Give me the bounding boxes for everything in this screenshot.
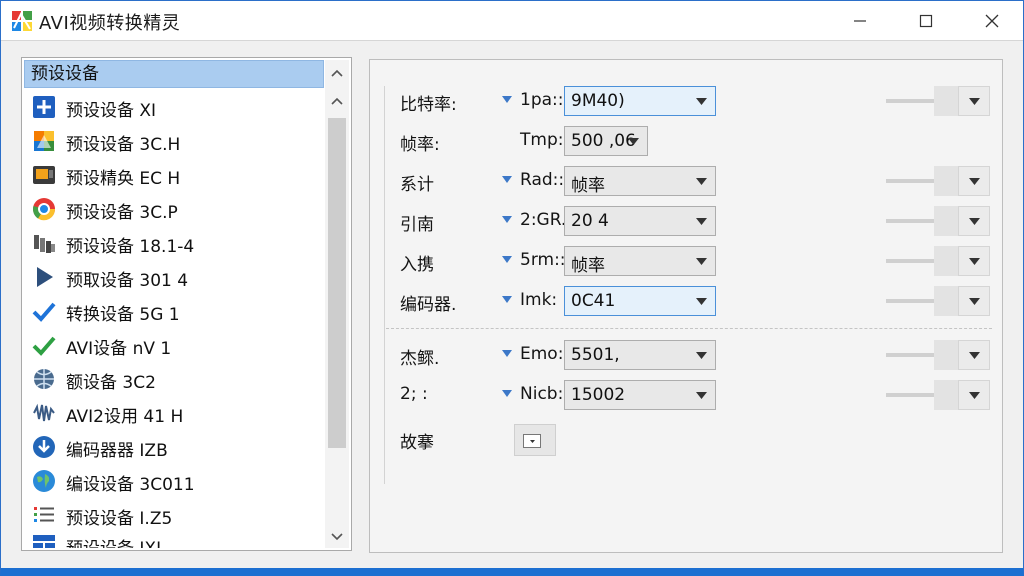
list-item[interactable]: 预设设备 IXI <box>24 528 324 548</box>
minimize-button[interactable] <box>837 1 883 41</box>
framerate-dropdown[interactable]: 500 ,06 <box>564 126 648 156</box>
green-check-icon <box>32 336 56 356</box>
chevron-down-icon <box>696 98 707 105</box>
setting-row-3: 引南 2:GR. 20 4 <box>370 206 1004 236</box>
preset-list-header[interactable]: 预设设备 <box>24 60 324 88</box>
film-bars-icon <box>34 235 55 253</box>
blue-check-icon <box>32 302 56 322</box>
app-window: AVI视频转换精灵 预设设备 预设设备 XI 预设设备 3C.H 预设精奂 EC… <box>0 0 1024 576</box>
bitrate-slider[interactable] <box>886 86 990 116</box>
list-item[interactable]: AVI2设用 41 H <box>24 396 324 429</box>
chevron-down-icon <box>696 392 707 399</box>
scrollbar-thumb[interactable] <box>328 118 346 448</box>
chevron-down-icon <box>969 298 980 305</box>
app-logo-icon <box>12 11 32 31</box>
setting-slider[interactable] <box>886 206 990 236</box>
chrome-ball-icon <box>32 198 56 221</box>
chevron-down-icon <box>969 352 980 359</box>
earth-icon <box>33 470 55 492</box>
setting-dropdown[interactable]: 帧率 <box>564 166 716 196</box>
setting-slider[interactable] <box>886 380 990 410</box>
chevron-down-icon[interactable] <box>325 524 349 548</box>
list-item[interactable]: 额设备 3C2 <box>24 362 324 395</box>
setting-row-4: 入携 5rm:: 帧率 <box>370 246 1004 276</box>
setting-row-7: 2; : Nicb:: 15002 <box>370 380 1004 410</box>
dropdown-box-icon <box>523 434 541 448</box>
maximize-button[interactable] <box>903 1 949 41</box>
chevron-down-icon <box>696 218 707 225</box>
list-item[interactable]: 转换设备 5G 1 <box>24 294 324 327</box>
setting-dropdown[interactable]: 帧率 <box>564 246 716 276</box>
download-circle-icon <box>33 436 55 458</box>
setting-row-6: 杰鳏. Emo:: 5501, <box>370 340 1004 370</box>
setting-row-8: 故搴 <box>370 424 1004 456</box>
section-separator <box>386 328 992 329</box>
setting-dropdown[interactable]: 15002 <box>564 380 716 410</box>
encoder-dropdown[interactable]: 0C41 <box>564 286 716 316</box>
triangle-down-icon[interactable] <box>502 390 512 398</box>
grid-window-icon <box>33 535 55 548</box>
settings-panel: 比特率: 1pa:: 9M40) 帧率: Tmp: 500 ,06 系计 Rad… <box>369 59 1003 553</box>
list-scrollbar[interactable] <box>325 60 349 548</box>
setting-row-framerate: 帧率: Tmp: 500 ,06 <box>370 126 1004 156</box>
chevron-down-icon <box>969 98 980 105</box>
globe-grid-icon <box>34 369 54 389</box>
triangle-down-icon[interactable] <box>502 176 512 184</box>
chevron-down-icon <box>696 178 707 185</box>
video-camera-icon <box>33 166 55 184</box>
list-item[interactable]: 编设设备 3C011 <box>24 464 324 497</box>
encoder-slider[interactable] <box>886 286 990 316</box>
colorful-cube-icon <box>34 131 54 151</box>
setting-dropdown[interactable]: 20 4 <box>564 206 716 236</box>
chevron-down-icon <box>696 352 707 359</box>
maximize-icon <box>919 14 933 28</box>
chevron-up-icon[interactable] <box>325 62 349 86</box>
preset-list: 预设设备 预设设备 XI 预设设备 3C.H 预设精奂 EC H 预设设备 3C… <box>21 57 352 551</box>
setting-slider[interactable] <box>886 246 990 276</box>
chevron-up-icon[interactable] <box>325 90 349 114</box>
minimize-icon <box>854 20 866 22</box>
setting-slider[interactable] <box>886 166 990 196</box>
setting-row-encoder: 编码器. Imk: 0C41 <box>370 286 1004 316</box>
close-icon <box>985 14 999 28</box>
waveform-icon <box>33 403 55 422</box>
list-item[interactable]: 预设设备 3C.H <box>24 124 324 157</box>
setting-dropdown[interactable]: 5501, <box>564 340 716 370</box>
list-item[interactable]: 预设设备 XI <box>24 90 324 123</box>
chevron-down-icon <box>696 258 707 265</box>
play-icon <box>37 267 53 287</box>
triangle-down-icon[interactable] <box>502 96 512 104</box>
close-button[interactable] <box>969 1 1015 41</box>
setting-row-bitrate: 比特率: 1pa:: 9M40) <box>370 86 1004 116</box>
list-item[interactable]: 编码器器 IZB <box>24 430 324 463</box>
list-item[interactable]: AVI设备 nV 1 <box>24 328 324 361</box>
chevron-down-icon <box>969 392 980 399</box>
bitrate-dropdown[interactable]: 9M40) <box>564 86 716 116</box>
triangle-down-icon[interactable] <box>502 296 512 304</box>
window-title: AVI视频转换精灵 <box>39 13 181 34</box>
chevron-down-icon <box>969 218 980 225</box>
list-item[interactable]: 预设精奂 EC H <box>24 158 324 191</box>
plus-square-icon <box>33 96 55 118</box>
list-item[interactable]: 预设设备 I.Z5 <box>24 498 324 531</box>
options-button[interactable] <box>514 424 556 456</box>
triangle-down-icon[interactable] <box>502 350 512 358</box>
chevron-down-icon <box>628 138 639 145</box>
title-bar[interactable]: AVI视频转换精灵 <box>1 1 1023 41</box>
setting-slider[interactable] <box>886 340 990 370</box>
list-item[interactable]: 预设设备 18.1-4 <box>24 226 324 259</box>
list-lines-icon <box>34 507 54 522</box>
chevron-down-icon <box>969 178 980 185</box>
chevron-down-icon <box>696 298 707 305</box>
triangle-down-icon[interactable] <box>502 216 512 224</box>
list-item[interactable]: 预设设备 3C.P <box>24 192 324 225</box>
chevron-down-icon <box>969 258 980 265</box>
setting-row-2: 系计 Rad:: 帧率 <box>370 166 1004 196</box>
list-item[interactable]: 预取设备 301 4 <box>24 260 324 293</box>
triangle-down-icon[interactable] <box>502 256 512 264</box>
